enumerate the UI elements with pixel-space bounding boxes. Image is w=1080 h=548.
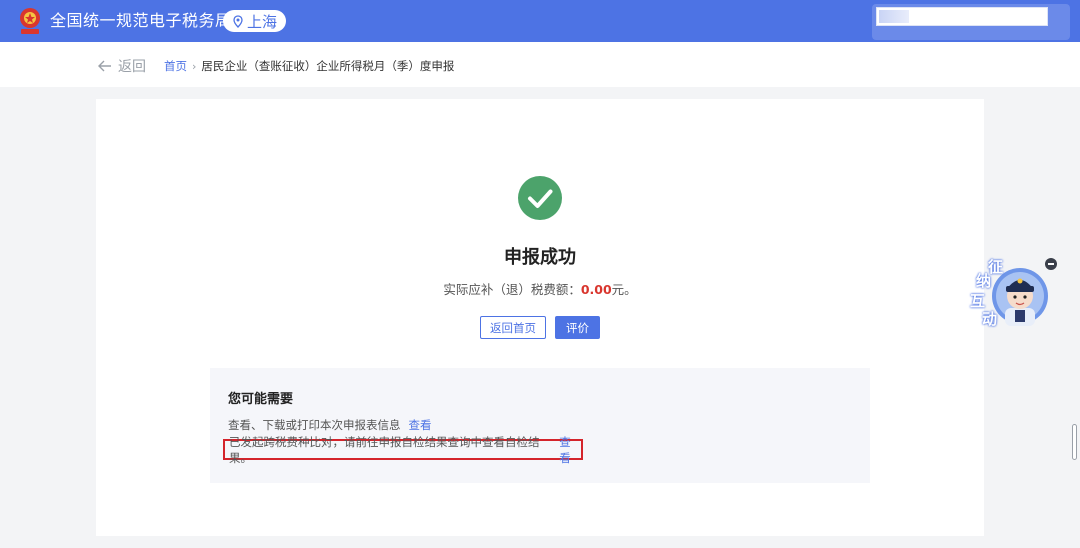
breadcrumb-home-link[interactable]: 首页	[164, 58, 187, 74]
tax-amount-label: 实际应补（退）税费额：	[443, 282, 581, 297]
region-selector[interactable]: 上海	[223, 10, 286, 32]
tax-amount-unit: 元。	[611, 282, 637, 297]
suggestion-item-view-report: 查看、下载或打印本次申报表信息 查看	[228, 417, 432, 433]
check-circle-icon	[518, 176, 562, 220]
assistant-char-2: 纳	[976, 272, 992, 290]
location-pin-icon	[233, 14, 243, 28]
breadcrumb-separator: ›	[192, 59, 197, 73]
tax-amount-value: 0.00	[580, 282, 612, 297]
result-title: 申报成功	[504, 247, 576, 268]
breadcrumb-current-page: 居民企业（查账征收）企业所得税月（季）度申报	[201, 59, 455, 73]
assistant-char-4: 动	[982, 310, 998, 328]
result-card: 申报成功 实际应补（退）税费额：0.00元。 返回首页 评价 您可能需要 查看、…	[96, 99, 984, 536]
user-avatar-redacted	[879, 10, 909, 23]
back-label: 返回	[118, 59, 146, 75]
user-info-box[interactable]	[876, 7, 1048, 26]
suggestions-title: 您可能需要	[228, 392, 294, 407]
tax-amount-line: 实际应补（退）税费额：0.00元。	[96, 279, 984, 298]
back-button[interactable]: 返回	[98, 56, 146, 76]
arrow-left-icon	[98, 60, 111, 72]
region-label: 上海	[246, 12, 277, 31]
view-report-link[interactable]: 查看	[409, 418, 432, 432]
rate-button[interactable]: 评价	[555, 316, 600, 339]
breadcrumb: 首页 › 居民企业（查账征收）企业所得税月（季）度申报	[164, 58, 454, 74]
view-self-check-link[interactable]: 查看	[559, 434, 581, 466]
minimize-icon[interactable]	[1045, 258, 1057, 270]
tax-emblem-icon	[20, 8, 40, 34]
site-title: 全国统一规范电子税务局	[50, 11, 232, 30]
suggestion-text: 查看、下载或打印本次申报表信息	[228, 418, 401, 432]
return-home-button[interactable]: 返回首页	[480, 316, 546, 339]
breadcrumb-bar: 返回 首页 › 居民企业（查账征收）企业所得税月（季）度申报	[0, 42, 1080, 87]
page-scrollbar[interactable]	[1072, 424, 1077, 460]
suggestion-item-self-check: 已发起跨税费种比对，请前往申报自检结果查询中查看自检结果。 查看	[223, 435, 583, 465]
suggestion-text: 已发起跨税费种比对，请前往申报自检结果查询中查看自检结果。	[229, 434, 540, 465]
taxpayer-interaction-widget[interactable]: 征 纳 互 动	[968, 256, 1050, 330]
suggestions-panel: 您可能需要 查看、下载或打印本次申报表信息 查看 已发起跨税费种比对，请前往申报自…	[210, 368, 870, 483]
top-header: 全国统一规范电子税务局 上海	[0, 0, 1080, 42]
